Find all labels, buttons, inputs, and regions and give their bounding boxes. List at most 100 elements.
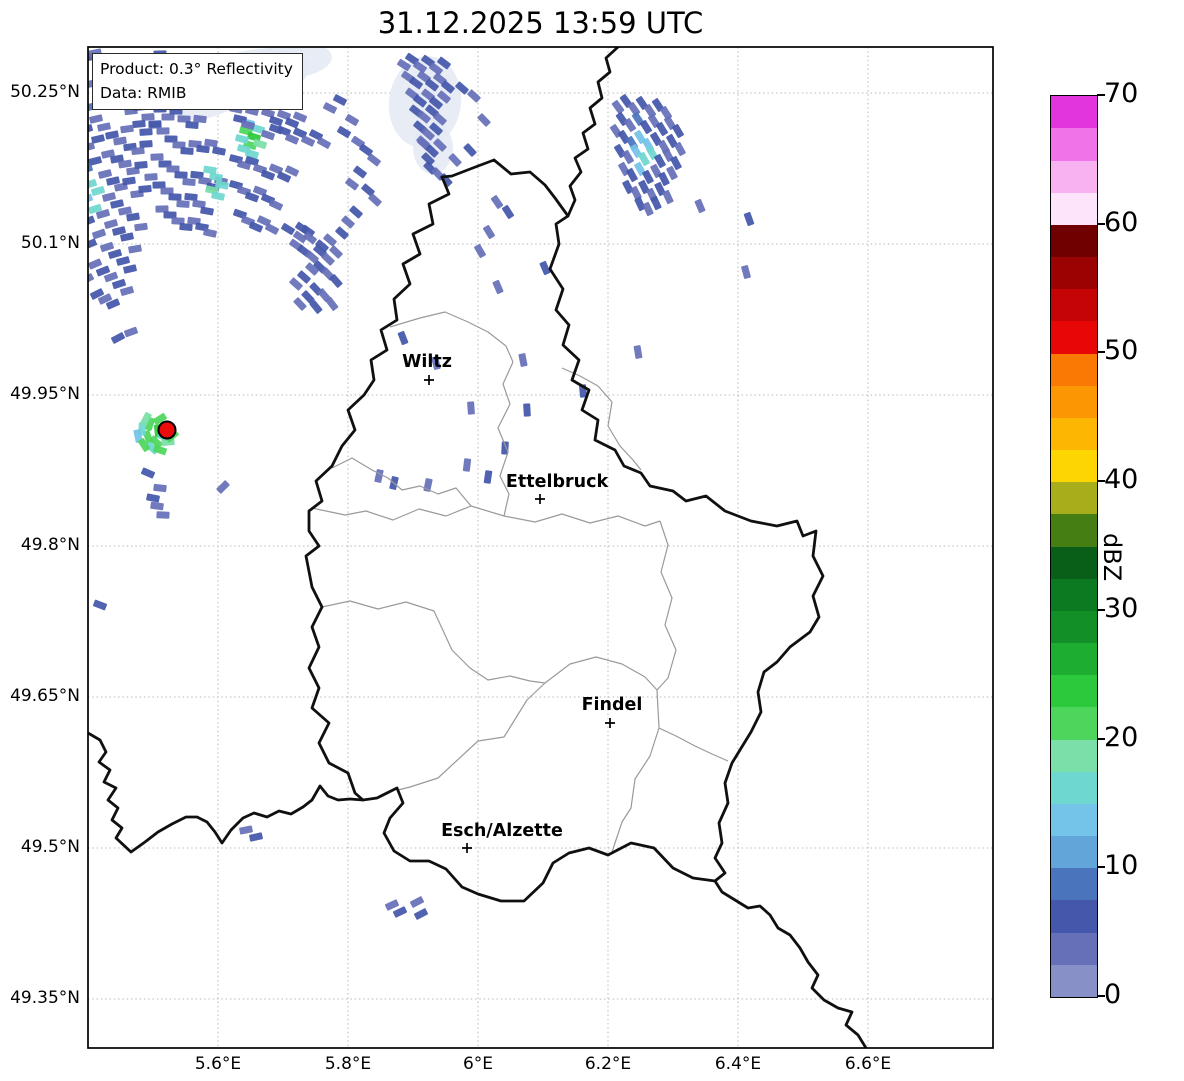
radar-bin xyxy=(111,278,127,290)
colorbar-band-45-47.5dbz xyxy=(1051,385,1097,418)
colorbar-band-55-57.5dbz xyxy=(1051,257,1097,290)
radar-bin xyxy=(353,165,367,179)
product-info-box: Product: 0.3° Reflectivity Data: RMIB xyxy=(92,53,303,111)
radar-bin xyxy=(211,191,225,201)
radar-bin xyxy=(174,171,188,179)
city-marker-esch-alzette xyxy=(462,843,472,853)
radar-map: Wiltz Ettelbruck Findel Esch/Alzette xyxy=(87,46,994,1049)
product-line: Product: 0.3° Reflectivity xyxy=(100,60,293,78)
colorbar-tick-label: 0 xyxy=(1104,979,1122,1010)
canton-borders xyxy=(311,311,729,853)
city-marker-ettelbruck xyxy=(535,494,545,504)
colorbar-band-60-62.5dbz xyxy=(1051,192,1097,225)
radar-bin xyxy=(743,211,755,227)
radar-bin xyxy=(523,403,531,417)
y-tick-label: 49.65°N xyxy=(10,686,80,706)
radar-bin xyxy=(239,825,253,835)
radar-bin xyxy=(148,120,162,128)
radar-bin xyxy=(104,219,118,229)
colorbar-tick-label: 40 xyxy=(1104,464,1139,496)
colorbar-band-57.5-60dbz xyxy=(1051,224,1097,258)
radar-bin xyxy=(98,169,112,179)
france-germany-border xyxy=(713,879,868,1048)
radar-bin xyxy=(91,186,105,196)
x-tick-label: 5.6°E xyxy=(194,1054,242,1074)
radar-bin xyxy=(501,205,515,219)
radar-bin xyxy=(518,353,528,367)
belgium-germany-border xyxy=(566,47,620,218)
radar-bin xyxy=(474,243,486,259)
radar-bin xyxy=(322,102,338,114)
radar-bin xyxy=(212,146,226,156)
city-marker-wiltz xyxy=(424,375,434,385)
colorbar-unit-label: dBZ xyxy=(1098,533,1126,582)
radar-bin xyxy=(293,297,307,311)
canton-border xyxy=(561,367,642,471)
radar-bin xyxy=(297,270,311,284)
colorbar-band-12.5-15dbz xyxy=(1051,803,1097,837)
radar-bin xyxy=(122,176,136,186)
city-marker-findel xyxy=(605,718,615,728)
radar-bin xyxy=(138,185,152,193)
radar-bin xyxy=(131,146,145,156)
x-tick-label: 6.2°E xyxy=(584,1054,632,1074)
radar-bin xyxy=(88,163,93,175)
radar-bin xyxy=(150,501,164,511)
data-source-line: Data: RMIB xyxy=(100,84,187,103)
radar-figure: 31.12.2025 13:59 UTC Product: 0.3° Refle… xyxy=(0,0,1184,1081)
radar-bin xyxy=(467,401,475,415)
radar-bin xyxy=(492,279,504,295)
colorbar-tick-label: 10 xyxy=(1104,850,1139,882)
radar-bin xyxy=(88,124,93,134)
radar-bin xyxy=(741,265,751,279)
radar-bin xyxy=(88,193,94,205)
radar-bin xyxy=(184,192,198,202)
radar-bin xyxy=(153,483,167,493)
radar-bin xyxy=(650,195,662,211)
radar-bin xyxy=(280,223,296,235)
radar-bin xyxy=(110,332,126,344)
radar-site-marker xyxy=(157,420,177,440)
colorbar-tick-label: 30 xyxy=(1104,592,1139,624)
radar-bin xyxy=(203,165,217,175)
colorbar-band-65-67.5dbz xyxy=(1051,128,1097,161)
colorbar-band-62.5-65dbz xyxy=(1051,160,1097,193)
colorbar-band-42.5-45dbz xyxy=(1051,417,1097,451)
colorbar xyxy=(1050,95,1098,998)
radar-bin xyxy=(99,241,115,253)
radar-bin xyxy=(662,189,674,205)
colorbar-band-20-22.5dbz xyxy=(1051,707,1097,740)
radar-bin xyxy=(144,173,158,181)
radar-bin xyxy=(289,277,303,291)
canton-border xyxy=(331,457,472,507)
x-tick-label: 5.8°E xyxy=(324,1054,372,1074)
y-tick-label: 49.35°N xyxy=(10,988,80,1008)
y-tick-label: 49.5°N xyxy=(20,837,80,857)
radar-bin xyxy=(179,223,193,231)
radar-bin xyxy=(88,273,95,285)
radar-bin xyxy=(123,264,137,274)
city-label-esch-alzette: Esch/Alzette xyxy=(441,821,563,841)
radar-bin xyxy=(200,206,214,216)
colorbar-band-10-12.5dbz xyxy=(1051,836,1097,869)
colorbar-band-25-27.5dbz xyxy=(1051,643,1097,676)
radar-bin xyxy=(88,258,103,270)
radar-bin xyxy=(176,200,190,208)
canton-border xyxy=(544,656,658,691)
radar-bin xyxy=(349,205,363,219)
city-label-wiltz: Wiltz xyxy=(402,352,452,372)
radar-bin xyxy=(91,228,107,240)
canton-border xyxy=(497,361,514,517)
colorbar-band-5-7.5dbz xyxy=(1051,900,1097,933)
radar-echoes xyxy=(88,48,755,920)
radar-bin xyxy=(203,228,217,238)
radar-bin xyxy=(120,286,134,296)
colorbar-band-32.5-35dbz xyxy=(1051,546,1097,579)
radar-bin xyxy=(462,458,472,472)
y-tick-label: 50.1°N xyxy=(20,233,80,253)
radar-bin xyxy=(156,511,170,519)
radar-bin xyxy=(249,832,263,842)
colorbar-band-40-42.5dbz xyxy=(1051,450,1097,483)
colorbar-band-15-17.5dbz xyxy=(1051,771,1097,804)
radar-bin xyxy=(139,140,153,148)
